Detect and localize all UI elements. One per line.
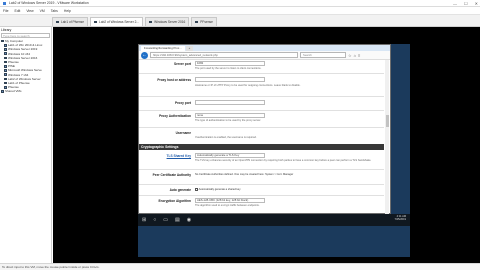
- vm-icon: [4, 86, 7, 89]
- browser-tab[interactable]: Forwarding/Forwarding Prox...: [141, 45, 185, 51]
- library-title: Library: [1, 28, 12, 32]
- taskbar-clock[interactable]: 4:11 AM 7/25/2019: [394, 215, 406, 221]
- minimize-button[interactable]: —: [453, 1, 457, 6]
- vm-icon: [4, 73, 7, 76]
- start-icon[interactable]: ⊞: [142, 217, 146, 223]
- library-panel: Library Type here to search My Computer …: [0, 27, 52, 263]
- proxy-host-input[interactable]: [195, 77, 265, 82]
- proxy-port-input[interactable]: [195, 100, 265, 105]
- browser-window: Forwarding/Forwarding Prox... + ← https:…: [138, 44, 391, 214]
- encryption-algorithm-label: Encryption Algorithm: [158, 199, 191, 203]
- encryption-algorithm-select[interactable]: AES-128-CBC (128 bit key, 128 bit block): [195, 198, 265, 203]
- divider: [139, 96, 384, 97]
- vm-icon: [4, 52, 7, 55]
- vm-icon: [4, 60, 7, 64]
- library-item[interactable]: Shared VMs: [1, 89, 50, 93]
- vm-icon: [4, 48, 7, 51]
- server-port-label: Server port: [173, 62, 191, 66]
- guest-taskbar: ⊞ ○ ▭ ▤ ◉ 4:11 AM 7/25/2019: [138, 214, 410, 226]
- browser-toolbar: ← https://192.168.0.99/system_advanced_n…: [139, 51, 390, 60]
- library-search-input[interactable]: Type here to search: [1, 33, 50, 38]
- vm-tab-pfsense[interactable]: PFsense: [191, 17, 217, 26]
- divider: [139, 110, 384, 111]
- proxy-auth-help: The type of authentication to be used by…: [195, 119, 262, 122]
- shared-vms-icon: [1, 90, 4, 93]
- peer-ca-message: No Certificate Authorities defined. One …: [195, 173, 294, 176]
- close-button[interactable]: ✕: [475, 1, 478, 6]
- peer-ca-label: Peer Certificate Authority: [152, 173, 191, 177]
- menu-icon[interactable]: ≡: [358, 53, 360, 58]
- menu-vm[interactable]: VM: [40, 9, 45, 13]
- vm-icon: [4, 44, 7, 47]
- proxy-host-help: Hostname or IP of HTTP Proxy to be used …: [195, 84, 301, 87]
- vm-icon: [4, 81, 7, 85]
- home-icon[interactable]: ⌂: [354, 53, 356, 58]
- page-scrollbar[interactable]: [385, 60, 389, 214]
- tls-key-select[interactable]: Automatically generate a TLS Key: [195, 153, 265, 158]
- auto-generate-label: Auto generate: [169, 188, 191, 192]
- server-port-help: The port used by the server to listen to…: [195, 67, 262, 70]
- menu-tabs[interactable]: Tabs: [51, 9, 58, 13]
- clock-date: 7/25/2019: [394, 218, 406, 222]
- section-header: Cryptographic Settings: [139, 144, 384, 150]
- auto-generate-option[interactable]: Automatically generate a shared key: [195, 187, 375, 191]
- vm-icon: [195, 20, 199, 24]
- divider: [139, 184, 384, 185]
- vm-icon: [4, 56, 7, 60]
- vm-icon: [149, 20, 153, 24]
- username-label: Username: [175, 131, 191, 135]
- maximize-button[interactable]: ☐: [464, 1, 468, 6]
- menu-bar: File Edit View VM Tabs Help: [0, 7, 480, 15]
- menu-help[interactable]: Help: [64, 9, 71, 13]
- tls-key-label: TLS Shared Key: [166, 154, 191, 158]
- tls-key-help: The TLS key enhances security of an Open…: [195, 159, 372, 162]
- browser-search-input[interactable]: Search: [300, 52, 346, 58]
- divider: [139, 127, 384, 128]
- vm-icon: [56, 20, 59, 24]
- status-bar: To direct input to this VM, move the mou…: [0, 263, 480, 270]
- scroll-thumb[interactable]: [385, 115, 389, 127]
- vm-icon: [4, 77, 7, 81]
- vm-tab-windows-server-2016[interactable]: Windows Server 2016: [145, 17, 190, 26]
- address-bar[interactable]: https://192.168.0.99/system_advanced_net…: [150, 52, 298, 58]
- vm-icon: [4, 65, 7, 68]
- vm-tab-lab2-windows-server[interactable]: Lab2 of Windows Server 2...: [90, 17, 144, 26]
- menu-file[interactable]: File: [3, 9, 8, 13]
- auto-generate-checkbox[interactable]: [195, 187, 198, 191]
- computer-icon: [1, 39, 4, 43]
- divider: [139, 169, 384, 170]
- vm-icon: [4, 69, 7, 72]
- proxy-auth-label: Proxy Authentication: [159, 114, 191, 118]
- proxy-host-label: Proxy host or address: [157, 78, 191, 82]
- divider: [139, 73, 384, 74]
- encryption-algorithm-help: The algorithm used to encrypt traffic be…: [195, 204, 260, 207]
- window-title: Lab2 of Windows Server 2019 - VMware Wor…: [9, 1, 89, 5]
- task-view-icon[interactable]: ▭: [163, 217, 168, 223]
- vm-tab-strip: Lab1 of Pfsense Lab2 of Windows Server 2…: [0, 15, 480, 27]
- proxy-auth-select[interactable]: none: [195, 113, 265, 118]
- proxy-port-label: Proxy port: [175, 101, 191, 105]
- menu-edit[interactable]: Edit: [14, 9, 20, 13]
- vm-tab-lab1-pfsense[interactable]: Lab1 of Pfsense: [52, 17, 89, 26]
- divider: [139, 195, 384, 196]
- vm-icon: [94, 20, 98, 24]
- back-button[interactable]: ←: [141, 51, 148, 59]
- star-icon[interactable]: ☆: [348, 53, 352, 58]
- search-icon[interactable]: ○: [153, 217, 156, 223]
- username-help: If authentication is enabled, the userna…: [195, 136, 257, 139]
- app-icon: [3, 1, 6, 5]
- menu-view[interactable]: View: [26, 9, 33, 13]
- page-content: Server port 1082 The port used by the se…: [139, 60, 390, 215]
- new-tab-button[interactable]: +: [185, 45, 194, 51]
- server-port-input[interactable]: 1082: [195, 61, 265, 66]
- explorer-icon[interactable]: ▤: [175, 217, 180, 223]
- browser-icon[interactable]: ◉: [187, 217, 191, 223]
- window-title-bar: Lab2 of Windows Server 2019 - VMware Wor…: [0, 0, 480, 7]
